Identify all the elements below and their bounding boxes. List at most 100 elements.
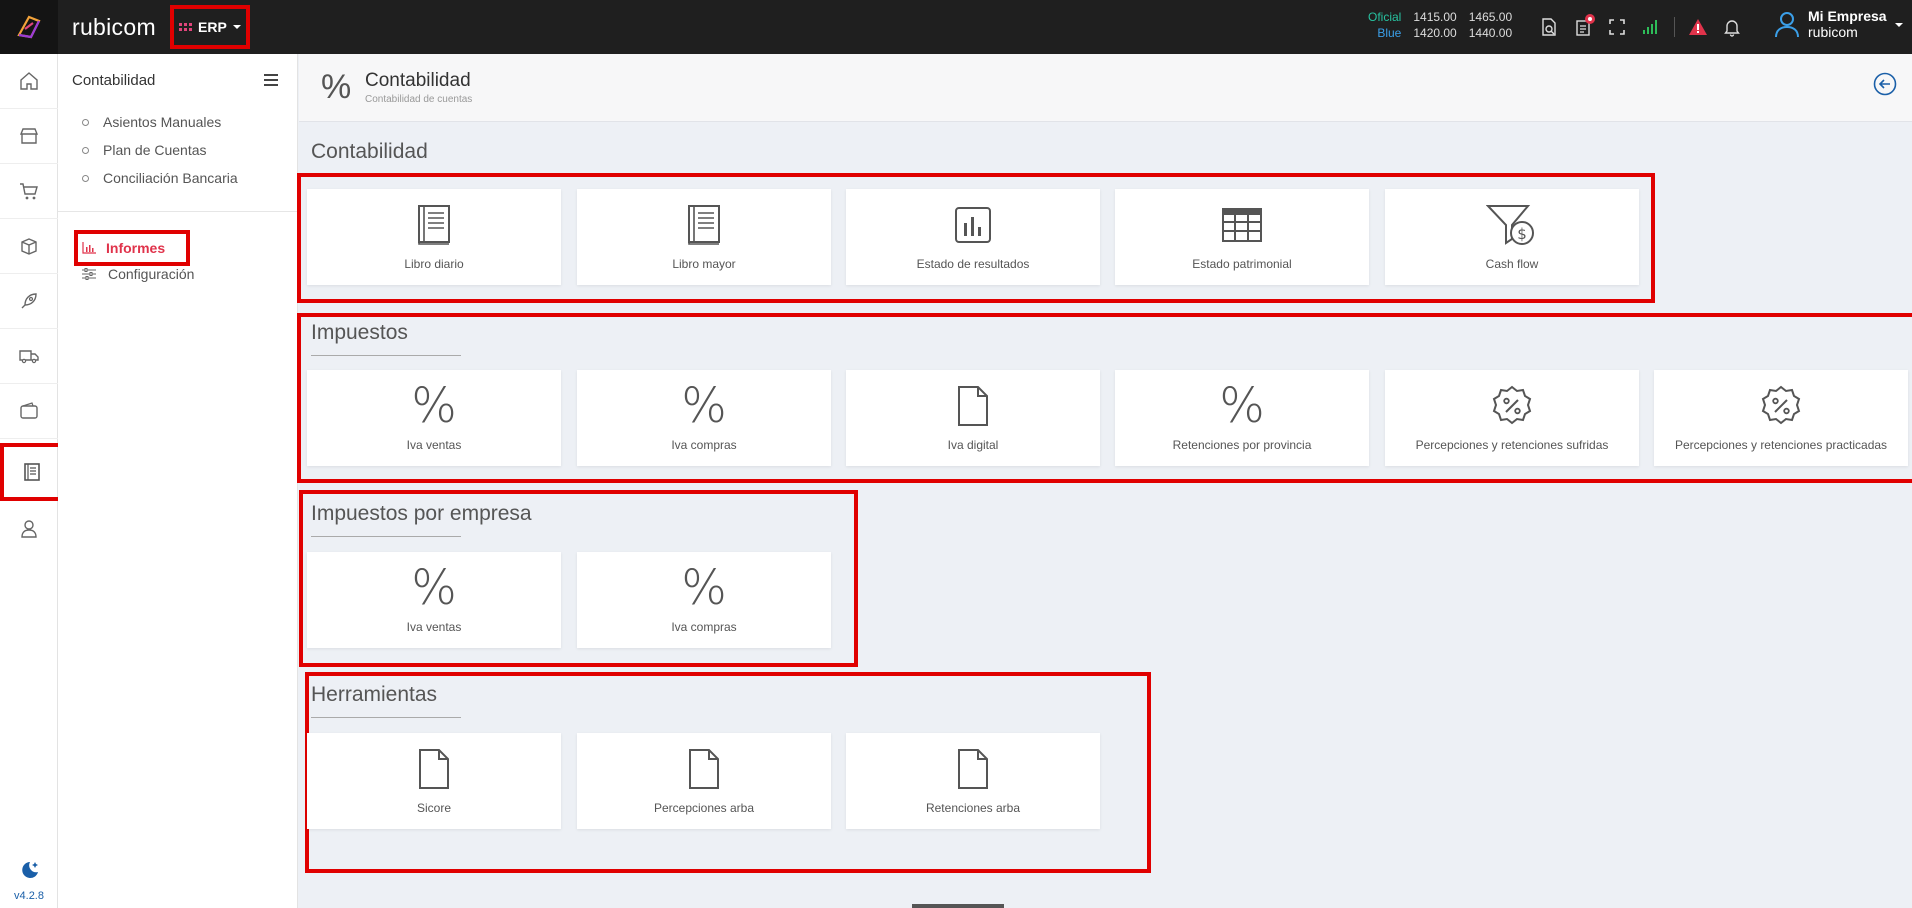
notification-dot-icon — [1585, 14, 1595, 24]
card-empresa-iva-compras[interactable]: % Iva compras — [577, 552, 831, 648]
file-icon — [958, 386, 988, 426]
card-label: Iva ventas — [406, 620, 462, 634]
card-percepciones-sufridas[interactable]: Percepciones y retenciones sufridas — [1385, 370, 1639, 466]
person-icon — [21, 519, 37, 538]
bell-icon — [1724, 20, 1740, 37]
card-label: Percepciones arba — [653, 801, 755, 815]
percent-icon: % — [681, 560, 727, 616]
rail-item-store[interactable] — [0, 109, 58, 164]
icon-rail: v4.2.8 — [0, 54, 64, 908]
submenu-item-asientos[interactable]: Asientos Manuales — [82, 114, 221, 130]
rate-label: Blue — [1377, 26, 1402, 40]
bullet-icon — [82, 174, 89, 182]
submenu-item-label: Conciliación Bancaria — [103, 170, 238, 186]
card-percepciones-practicadas[interactable]: Percepciones y retenciones practicadas — [1654, 370, 1908, 466]
rail-item-wallet[interactable] — [0, 384, 58, 439]
scroll-indicator[interactable] — [912, 904, 1004, 908]
box-icon — [21, 238, 37, 255]
rate-buy: 1420.00 — [1413, 26, 1457, 40]
document-search-button[interactable] — [1532, 12, 1566, 42]
rail-item-cart[interactable] — [0, 164, 58, 219]
card-label: Cash flow — [1485, 257, 1539, 271]
rail-item-home[interactable] — [0, 54, 58, 109]
top-icons — [1532, 12, 1749, 42]
rocket-icon — [21, 293, 37, 309]
home-icon — [20, 72, 38, 90]
notifications-button[interactable] — [1715, 12, 1749, 42]
submenu-panel: Contabilidad Asientos Manuales Plan de C… — [58, 54, 298, 908]
card-iva-compras[interactable]: % Iva compras — [577, 370, 831, 466]
card-retenciones-arba[interactable]: Retenciones arba — [846, 733, 1100, 829]
user-menu[interactable]: Mi Empresa rubicom — [1774, 8, 1903, 40]
submenu-item-conciliacion[interactable]: Conciliación Bancaria — [82, 170, 238, 186]
card-estado-patrimonial[interactable]: Estado patrimonial — [1115, 189, 1369, 285]
rail-item-users[interactable] — [0, 501, 58, 556]
rail-item-shipping[interactable] — [0, 329, 58, 384]
card-percepciones-arba[interactable]: Percepciones arba — [577, 733, 831, 829]
card-label: Iva digital — [947, 438, 999, 452]
wallet-icon — [20, 402, 38, 419]
submenu-item-label: Asientos Manuales — [103, 114, 222, 130]
page-title: Contabilidad — [365, 70, 471, 91]
divider — [58, 211, 298, 212]
connection-status — [1634, 12, 1668, 42]
rail-item-inventory[interactable] — [0, 219, 58, 274]
bar-chart-icon — [82, 242, 96, 254]
percent-icon: % — [411, 560, 457, 616]
apps-grid-icon — [179, 23, 192, 31]
discount-badge-icon — [1761, 385, 1801, 425]
file-icon — [689, 749, 719, 789]
app-logo[interactable] — [0, 0, 58, 54]
file-icon — [958, 749, 988, 789]
dark-mode-icon[interactable] — [18, 860, 40, 880]
card-label: Sicore — [416, 801, 451, 815]
app-version: v4.2.8 — [14, 890, 44, 902]
card-label: Iva compras — [671, 620, 737, 634]
percent-icon: % — [321, 68, 352, 106]
tasks-button[interactable] — [1566, 12, 1600, 42]
cart-icon — [20, 183, 38, 200]
menu-icon[interactable] — [264, 74, 278, 89]
card-estado-resultados[interactable]: Estado de resultados — [846, 189, 1100, 285]
submenu-item-configuracion[interactable]: Configuración — [82, 266, 194, 282]
module-selector-button[interactable]: ERP — [169, 5, 250, 49]
filter-dollar-icon: $ — [1486, 205, 1534, 245]
card-sicore[interactable]: Sicore — [307, 733, 561, 829]
card-libro-diario[interactable]: Libro diario — [307, 189, 561, 285]
rate-sell: 1440.00 — [1468, 26, 1513, 40]
alerts-button[interactable] — [1681, 12, 1715, 42]
page-header: % Contabilidad Contabilidad de cuentas — [299, 54, 1912, 122]
configuracion-label: Configuración — [108, 266, 195, 282]
rail-item-launch[interactable] — [0, 274, 58, 329]
rail-item-accounting[interactable] — [0, 443, 64, 501]
chevron-down-icon — [232, 25, 241, 29]
submenu-item-label: Plan de Cuentas — [103, 142, 207, 158]
chevron-down-icon — [1894, 23, 1903, 27]
user-icon — [1775, 12, 1799, 38]
back-arrow-icon[interactable] — [1873, 72, 1897, 96]
document-search-icon — [1542, 18, 1556, 36]
bullet-icon — [82, 146, 89, 154]
module-label: ERP — [198, 19, 227, 35]
page-subtitle: Contabilidad de cuentas — [365, 94, 473, 105]
card-empresa-iva-ventas[interactable]: % Iva ventas — [307, 552, 561, 648]
fullscreen-icon — [1609, 19, 1625, 35]
ledger-icon — [24, 463, 40, 481]
card-iva-digital[interactable]: Iva digital — [846, 370, 1100, 466]
card-label: Percepciones y retenciones sufridas — [1415, 438, 1609, 452]
fullscreen-button[interactable] — [1600, 12, 1634, 42]
exchange-rates: Oficial 1415.00 1465.00 Blue 1420.00 144… — [1362, 9, 1518, 41]
card-retenciones-provincia[interactable]: % Retenciones por provincia — [1115, 370, 1369, 466]
rate-label: Oficial — [1368, 10, 1402, 24]
book-icon — [418, 205, 450, 245]
card-libro-mayor[interactable]: Libro mayor — [577, 189, 831, 285]
submenu-title: Contabilidad — [72, 72, 156, 89]
submenu-item-plan[interactable]: Plan de Cuentas — [82, 142, 207, 158]
user-company: rubicom — [1808, 24, 1858, 40]
card-label: Percepciones y retenciones practicadas — [1674, 438, 1888, 452]
submenu-item-informes[interactable]: Informes — [74, 230, 190, 266]
card-cash-flow[interactable]: $ Cash flow — [1385, 189, 1639, 285]
card-iva-ventas[interactable]: % Iva ventas — [307, 370, 561, 466]
store-icon — [19, 128, 39, 144]
rate-buy: 1415.00 — [1413, 10, 1457, 24]
